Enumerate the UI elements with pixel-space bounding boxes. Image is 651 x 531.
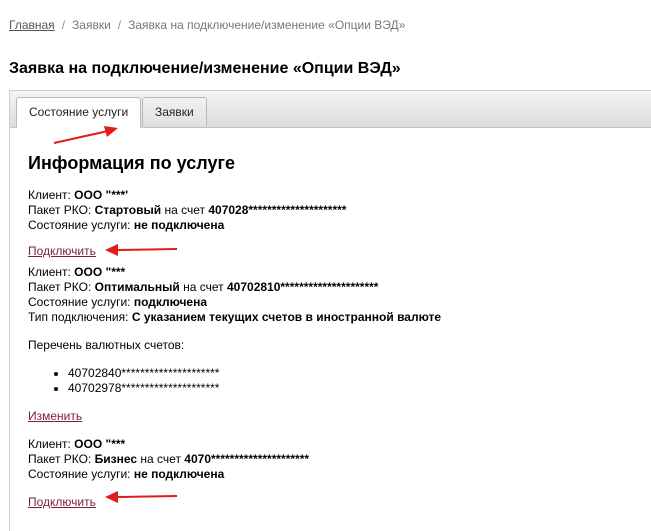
service-state: не подключена (133, 467, 225, 481)
service-state: не подключена (133, 218, 225, 232)
state-line: Состояние услуги: не подключена (28, 467, 225, 481)
package-name: Оптимальный (94, 280, 180, 294)
tab-bar: Состояние услуги Заявки (10, 91, 651, 128)
client-line: Клиент: ООО "*** (28, 437, 126, 451)
connection-type-line: Тип подключения: С указанием текущих сче… (28, 310, 442, 324)
client-name: ООО "***' (74, 188, 129, 202)
red-arrow-icon (53, 126, 118, 144)
service-panel: Состояние услуги Заявки Информация по ус… (9, 90, 651, 531)
client-name: ООО "*** (74, 437, 126, 451)
section-title: Информация по услуге (28, 153, 235, 173)
red-arrow-icon (105, 491, 178, 503)
service-block-2: Клиент: ООО "*** Пакет РКО: Оптимальный … (28, 265, 651, 423)
connect-link[interactable]: Подключить (28, 244, 96, 258)
currency-accounts-list: 40702840********************* 40702978**… (28, 366, 651, 396)
state-line: Состояние услуги: не подключена (28, 218, 225, 232)
currency-accounts-label: Перечень валютных счетов: (28, 338, 185, 352)
package-name: Стартовый (94, 203, 162, 217)
breadcrumb-requests: Заявки (72, 18, 111, 32)
change-link[interactable]: Изменить (28, 409, 82, 423)
client-line: Клиент: ООО "***' (28, 188, 129, 202)
page-title: Заявка на подключение/изменение «Опции В… (9, 60, 401, 77)
breadcrumb-home-link[interactable]: Главная (9, 18, 55, 32)
breadcrumb-separator: / (117, 18, 122, 32)
package-name: Бизнес (94, 452, 138, 466)
client-name: ООО "*** (74, 265, 126, 279)
tab-requests[interactable]: Заявки (142, 97, 207, 126)
package-line: Пакет РКО: Стартовый на счет 407028*****… (28, 203, 347, 217)
package-line: Пакет РКО: Оптимальный на счет 40702810*… (28, 280, 379, 294)
service-state: подключена (133, 295, 208, 309)
account-number: 4070********************* (184, 452, 310, 466)
client-line: Клиент: ООО "*** (28, 265, 126, 279)
connection-type: С указанием текущих счетов в иностранной… (131, 310, 442, 324)
package-line: Пакет РКО: Бизнес на счет 4070**********… (28, 452, 310, 466)
red-arrow-icon (105, 244, 178, 256)
connect-link[interactable]: Подключить (28, 495, 96, 509)
list-item: 40702840********************* (68, 366, 651, 381)
service-info: Информация по услуге Клиент: ООО "***' П… (28, 153, 651, 509)
account-number: 40702810********************* (227, 280, 379, 294)
breadcrumb: Главная / Заявки / Заявка на подключение/изм… (9, 18, 405, 32)
account-number: 407028********************* (208, 203, 347, 217)
state-line: Состояние услуги: подключена (28, 295, 208, 309)
breadcrumb-current: Заявка на подключение/изменение «Опции В… (128, 18, 406, 32)
list-item: 40702978********************* (68, 381, 651, 396)
breadcrumb-separator: / (61, 18, 66, 32)
